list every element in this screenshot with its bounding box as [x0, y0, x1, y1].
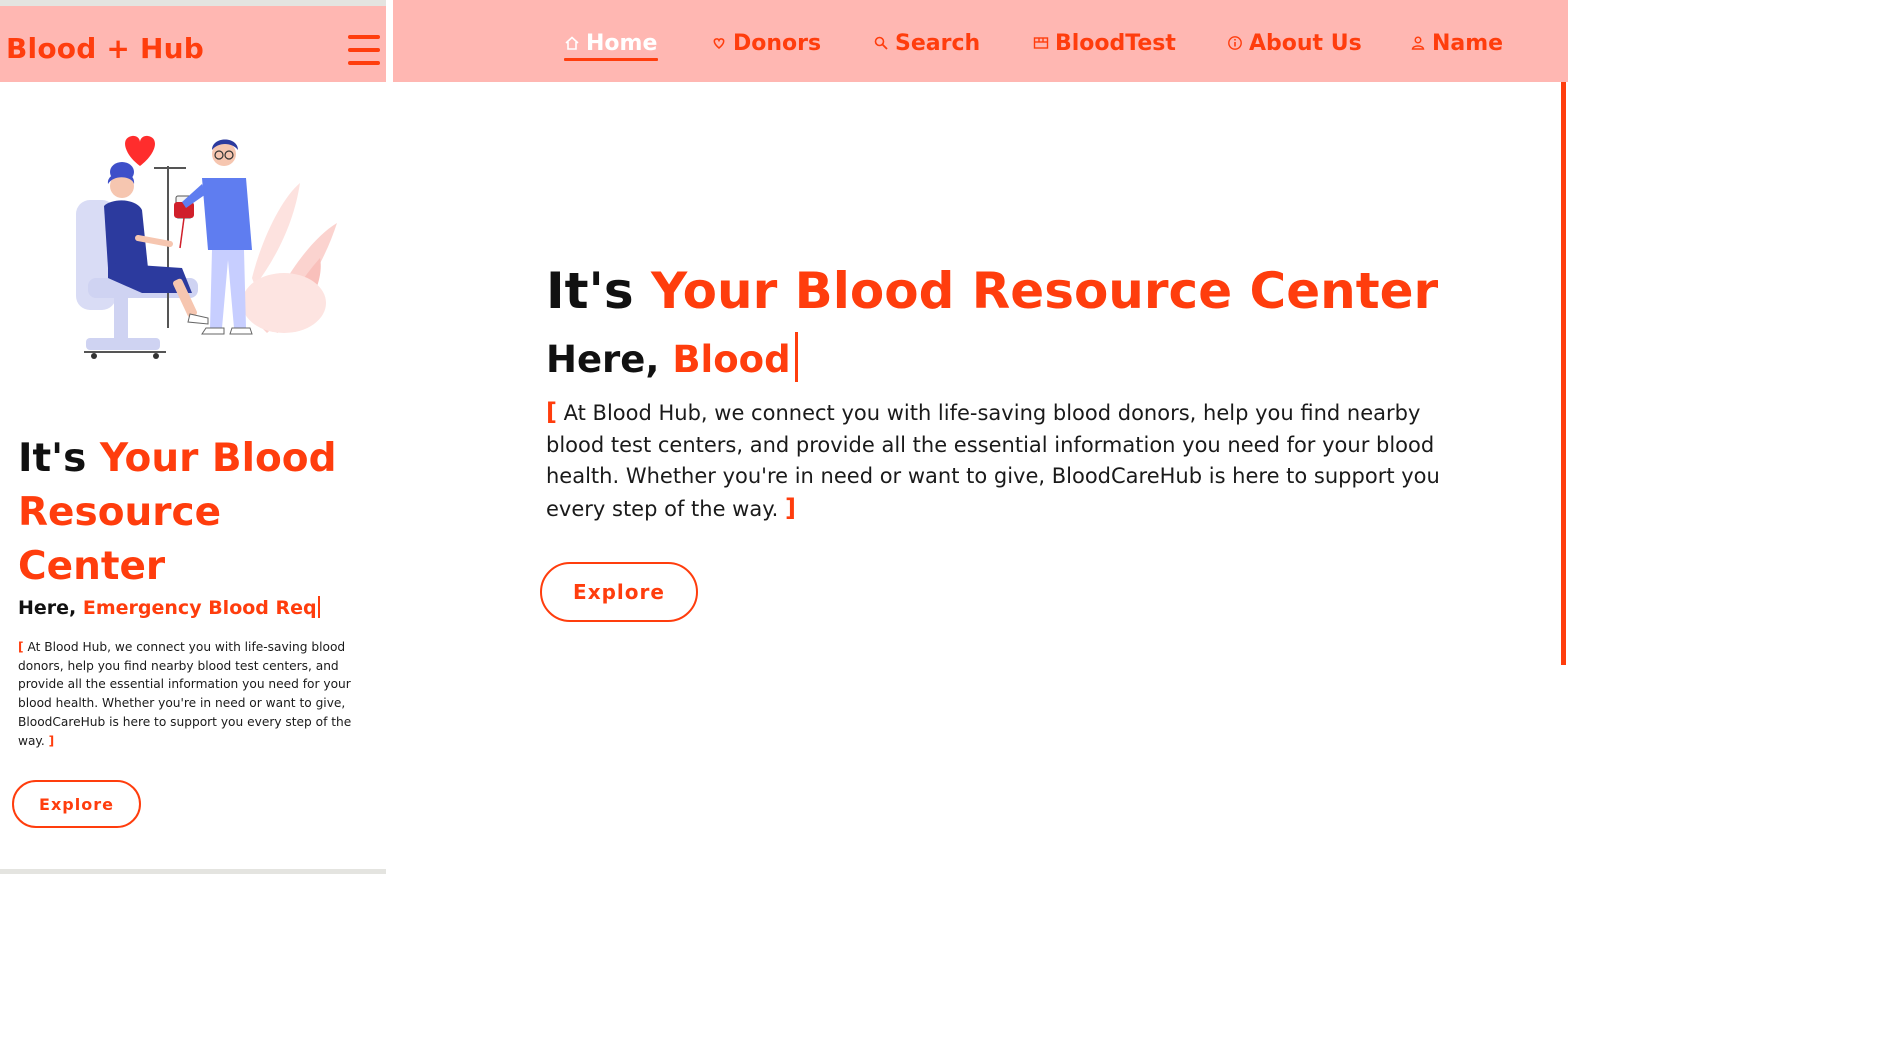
nav-home-label: Home — [586, 30, 658, 56]
nav-search-label: Search — [895, 30, 981, 56]
desktop-preview: Home Donors Search BloodTest About Us Na… — [393, 0, 1568, 874]
heart-icon — [125, 135, 155, 166]
user-icon — [1411, 36, 1425, 50]
mobile-hero-subtitle: Here, Emergency Blood Req — [18, 596, 320, 619]
nav-donors[interactable]: Donors — [711, 26, 821, 60]
mobile-header: Blood + Hub — [0, 6, 386, 82]
blood-donation-illustration — [76, 135, 337, 359]
heart-hand-icon — [713, 38, 725, 49]
active-nav-underline — [564, 58, 658, 61]
mobile-subtitle-typed: Emergency Blood Req — [82, 597, 317, 619]
mobile-hero-title: It's Your Blood Resource Center — [18, 432, 368, 594]
nav-name[interactable]: Name — [1410, 26, 1503, 60]
desktop-hero-title: It's Your Blood Resource Center — [546, 262, 1438, 320]
hamburger-menu-icon[interactable] — [348, 35, 380, 65]
desktop-navbar: Home Donors Search BloodTest About Us Na… — [393, 0, 1568, 82]
nav-bloodtest[interactable]: BloodTest — [1033, 26, 1176, 60]
desktop-explore-button[interactable]: Explore — [540, 562, 698, 622]
desktop-subtitle-typed: Blood — [672, 338, 791, 381]
scrollbar-track[interactable] — [1561, 82, 1566, 665]
desktop-hero-title-prefix: It's — [546, 262, 634, 320]
leaves-decoration — [242, 183, 337, 333]
info-icon — [1228, 36, 1242, 50]
nav-search[interactable]: Search — [873, 26, 980, 60]
desktop-hero-description: [ At Blood Hub, we connect you with life… — [546, 397, 1456, 525]
nav-about-us[interactable]: About Us — [1227, 26, 1362, 60]
open-bracket: [ — [18, 640, 24, 654]
mobile-explore-button[interactable]: Explore — [12, 780, 141, 828]
desktop-hero-subtitle: Here, Blood — [546, 332, 798, 382]
mobile-bottom-strip — [0, 869, 386, 874]
mobile-logo[interactable]: Blood + Hub — [6, 32, 204, 65]
mobile-subtitle-prefix: Here, — [18, 597, 77, 619]
nav-name-label: Name — [1432, 30, 1504, 56]
search-icon — [874, 36, 888, 50]
typing-caret — [794, 332, 798, 382]
test-tubes-icon — [1033, 37, 1049, 49]
mobile-hero-title-prefix: It's — [18, 436, 87, 481]
typing-caret — [317, 596, 320, 618]
home-icon — [565, 36, 579, 50]
nav-bloodtest-label: BloodTest — [1055, 30, 1176, 56]
nav-about-us-label: About Us — [1249, 30, 1362, 56]
desktop-subtitle-prefix: Here, — [546, 338, 660, 381]
mobile-description-text: At Blood Hub, we connect you with life-s… — [18, 640, 352, 748]
desktop-description-text: At Blood Hub, we connect you with life-s… — [546, 401, 1440, 521]
close-bracket: ] — [48, 733, 55, 748]
nav-home[interactable]: Home — [564, 26, 657, 60]
nav-donors-label: Donors — [733, 30, 822, 56]
open-bracket: [ — [546, 398, 557, 426]
close-bracket: ] — [785, 493, 796, 522]
mobile-preview: Blood + Hub It's Your Blood Resource Cen… — [0, 0, 386, 874]
desktop-hero-title-accent: Your Blood Resource Center — [651, 262, 1439, 320]
mobile-hero-description: [ At Blood Hub, we connect you with life… — [18, 638, 358, 750]
